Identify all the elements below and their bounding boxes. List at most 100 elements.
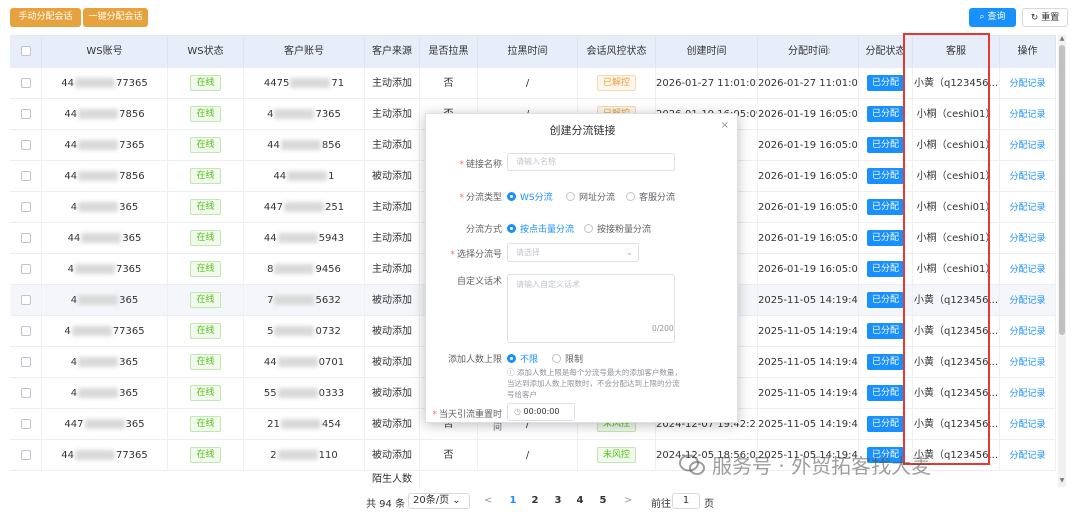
clock-icon: ◷ xyxy=(514,407,524,416)
column-header[interactable]: 分配时间 xyxy=(758,36,859,68)
assigned-cell: 2026-01-19 16:05:09 xyxy=(758,130,859,161)
row-checkbox[interactable] xyxy=(10,254,42,285)
page-size-select[interactable]: 20条/页 ⌄ xyxy=(408,493,470,509)
source-cell: 主动添加 xyxy=(365,130,420,161)
scroll-down-icon[interactable]: ▼ xyxy=(1058,477,1066,485)
mode-click-radio[interactable]: 按点击量分流 xyxy=(507,222,574,235)
manual-assign-button[interactable]: 手动分配会话 xyxy=(10,8,81,27)
assign-record-link[interactable]: 分配记录 xyxy=(1009,358,1045,368)
query-button[interactable]: ⌕ 查询 xyxy=(969,8,1016,27)
assign-status-cell: 已分配 xyxy=(859,161,913,192)
redacted-blur xyxy=(274,264,315,274)
assign-status-cell: 已分配 xyxy=(859,223,913,254)
assign-record-link[interactable]: 分配记录 xyxy=(1009,141,1045,151)
row-checkbox[interactable] xyxy=(10,409,42,440)
page-3[interactable]: 3 xyxy=(551,495,565,506)
ws-account-cell: 44 77365 xyxy=(42,68,168,99)
custom-text-textarea[interactable]: 请输入自定义话术 xyxy=(507,274,675,343)
account-suffix: 0701 xyxy=(318,357,345,368)
customer-account-cell: 5 0732 xyxy=(244,316,365,347)
row-checkbox[interactable] xyxy=(10,347,42,378)
page-4[interactable]: 4 xyxy=(573,495,587,506)
type-ws-radio[interactable]: WS分流 xyxy=(507,190,553,203)
source-cell: 主动添加 xyxy=(365,223,420,254)
assign-status-cell: 已分配 xyxy=(859,347,913,378)
assign-record-link[interactable]: 分配记录 xyxy=(1009,265,1045,275)
mode-fans-radio[interactable]: 按接粉量分流 xyxy=(584,222,651,235)
ws-status-cell: 在线 xyxy=(168,254,244,285)
row-checkbox[interactable] xyxy=(10,440,42,471)
number-select[interactable]: 请选择 ⌄ xyxy=(507,243,639,262)
source-cell: 主动添加 xyxy=(365,192,420,223)
row-checkbox[interactable] xyxy=(10,68,42,99)
auto-assign-button[interactable]: 一键分配会话 xyxy=(83,8,148,27)
redacted-blur xyxy=(280,140,321,150)
redacted-blur xyxy=(274,295,315,305)
row-checkbox[interactable] xyxy=(10,192,42,223)
assign-record-link[interactable]: 分配记录 xyxy=(1009,79,1045,89)
assign-status-cell: 已分配 xyxy=(859,68,913,99)
operation-cell: 分配记录 xyxy=(1000,254,1056,285)
status-badge: 在线 xyxy=(190,416,221,432)
assign-record-link[interactable]: 分配记录 xyxy=(1009,420,1045,430)
assigned-badge: 已分配 xyxy=(866,106,904,122)
select-all-checkbox[interactable] xyxy=(10,36,42,68)
account-prefix: 55 xyxy=(263,388,277,399)
type-agent-radio[interactable]: 客服分流 xyxy=(626,190,675,203)
reset-time-input[interactable]: ◷ 00:00:00 xyxy=(507,403,575,421)
reset-button[interactable]: ↻ 重置 xyxy=(1022,8,1068,27)
link-name-input[interactable]: 请输入名称 xyxy=(507,153,675,171)
account-suffix: 77365 xyxy=(112,326,145,337)
close-icon[interactable]: × xyxy=(721,120,729,131)
goto-page-input[interactable]: 1 xyxy=(672,493,700,509)
ws-account-cell: 4 365 xyxy=(42,285,168,316)
redacted-blur xyxy=(78,202,119,212)
assign-record-link[interactable]: 分配记录 xyxy=(1009,389,1045,399)
page-1[interactable]: 1 xyxy=(506,495,520,506)
source-cell: 被动添加 xyxy=(365,409,420,440)
column-header: 操作 xyxy=(1000,36,1056,68)
row-checkbox[interactable] xyxy=(10,378,42,409)
row-checkbox[interactable] xyxy=(10,316,42,347)
operation-cell: 分配记录 xyxy=(1000,378,1056,409)
assign-record-link[interactable]: 分配记录 xyxy=(1009,203,1045,213)
table-scrollbar[interactable]: ▲ ▼ xyxy=(1058,35,1066,487)
column-header: WS状态 xyxy=(168,36,244,68)
type-label: * 分流类型 xyxy=(459,193,502,203)
ws-account-cell: 44 7365 xyxy=(42,130,168,161)
column-header: 分配状态 xyxy=(859,36,913,68)
prev-page-button[interactable]: < xyxy=(484,495,492,506)
row-checkbox[interactable] xyxy=(10,99,42,130)
assign-record-link[interactable]: 分配记录 xyxy=(1009,172,1045,182)
assign-record-link[interactable]: 分配记录 xyxy=(1009,327,1045,337)
sort-icon[interactable]: ⇕ xyxy=(825,36,832,68)
row-checkbox[interactable] xyxy=(10,285,42,316)
row-checkbox[interactable] xyxy=(10,130,42,161)
assign-status-cell: 已分配 xyxy=(859,254,913,285)
account-prefix: 447 xyxy=(263,202,283,213)
assign-record-link[interactable]: 分配记录 xyxy=(1009,234,1045,244)
page-5[interactable]: 5 xyxy=(596,495,610,506)
watermark: 服务号 · 外贸拓客找大麦 xyxy=(678,450,1058,484)
next-page-button[interactable]: > xyxy=(624,495,632,506)
type-url-radio[interactable]: 网址分流 xyxy=(566,190,615,203)
assign-status-cell: 已分配 xyxy=(859,130,913,161)
scroll-up-icon[interactable]: ▲ xyxy=(1058,35,1066,43)
row-checkbox[interactable] xyxy=(10,223,42,254)
assigned-cell: 2025-11-05 14:19:46 xyxy=(758,285,859,316)
row-checkbox[interactable] xyxy=(10,161,42,192)
status-badge: 在线 xyxy=(190,168,221,184)
ws-account-cell: 4 365 xyxy=(42,347,168,378)
scroll-thumb[interactable] xyxy=(1059,45,1065,335)
account-prefix: 4 xyxy=(64,326,71,337)
agent-cell: 小桐（ceshi01） xyxy=(913,99,1000,130)
ws-status-cell: 在线 xyxy=(168,285,244,316)
limit-set-radio[interactable]: 限制 xyxy=(552,352,583,365)
account-prefix: 4 xyxy=(70,357,78,368)
assign-record-link[interactable]: 分配记录 xyxy=(1009,110,1045,120)
number-label: * 选择分流号 xyxy=(450,250,502,260)
page-2[interactable]: 2 xyxy=(528,495,542,506)
limit-none-radio[interactable]: 不限 xyxy=(507,352,538,365)
account-prefix: 4 xyxy=(70,388,78,399)
assign-record-link[interactable]: 分配记录 xyxy=(1009,296,1045,306)
